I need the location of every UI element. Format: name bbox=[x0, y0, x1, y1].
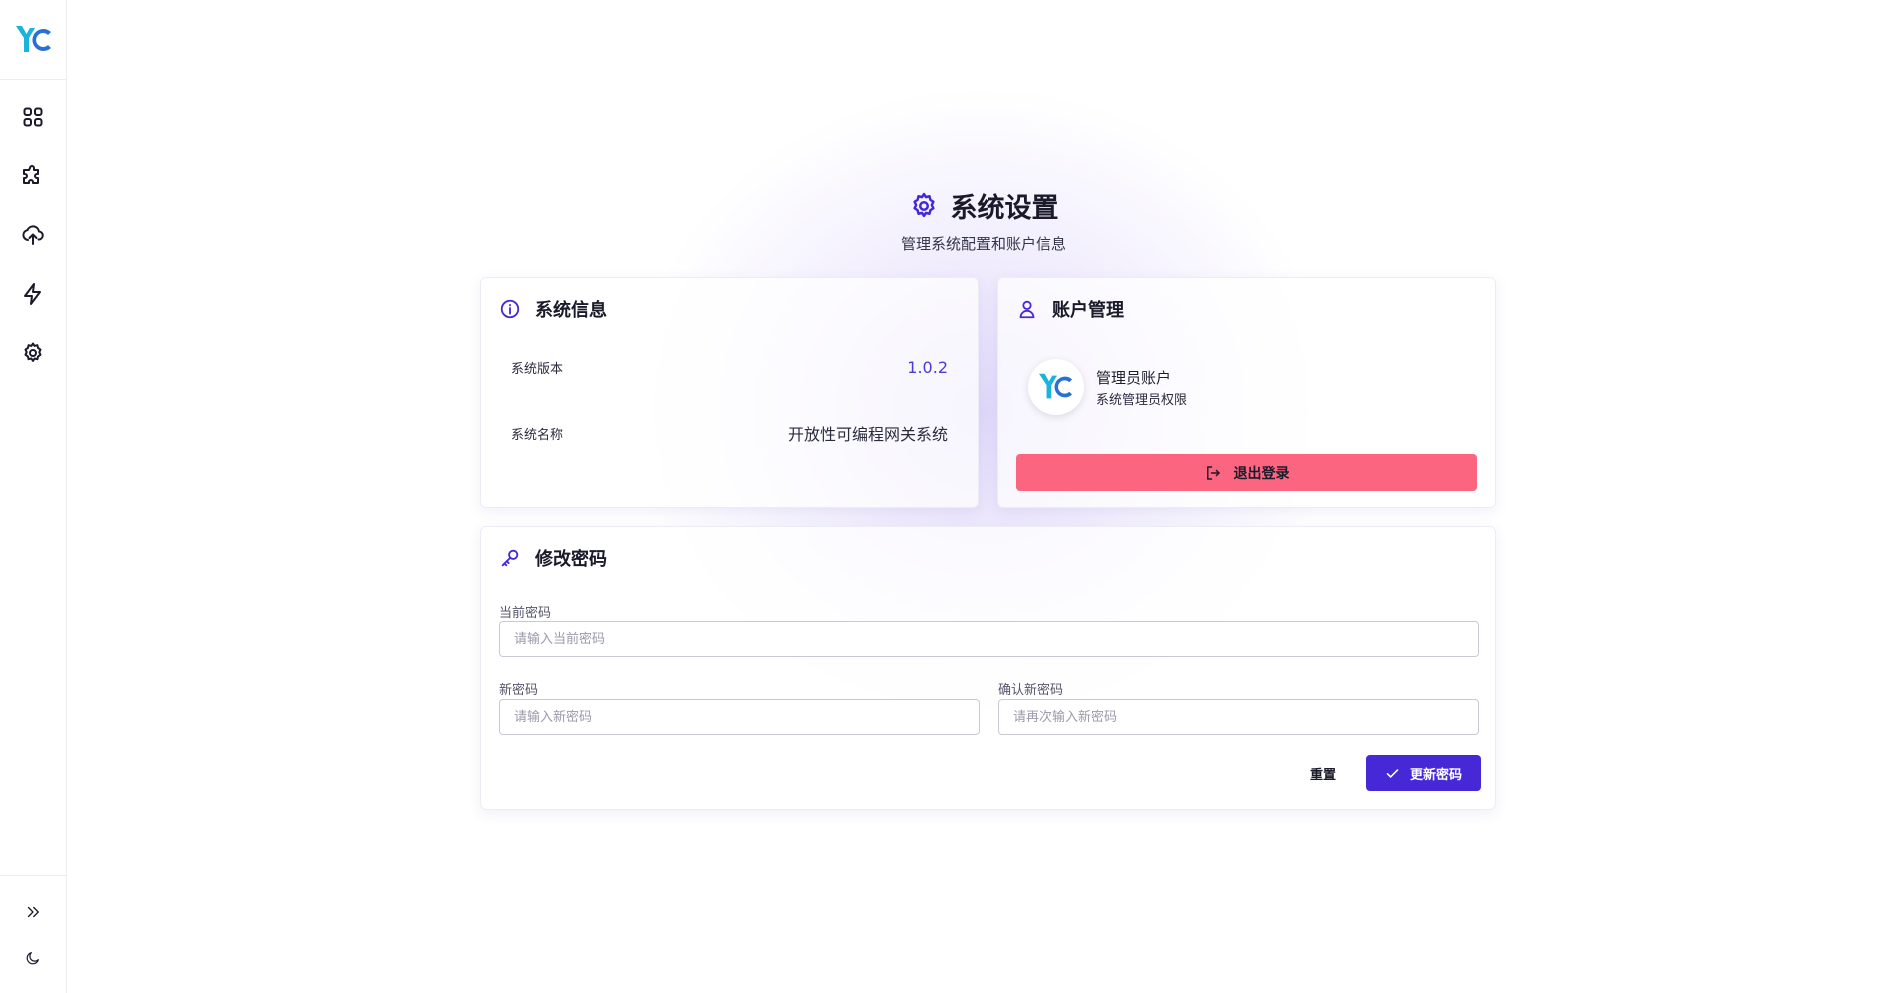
new-password-label: 新密码 bbox=[499, 683, 539, 698]
current-password-label: 当前密码 bbox=[499, 606, 552, 621]
app-logo[interactable] bbox=[0, 0, 67, 80]
system-info-title-text: 系统信息 bbox=[535, 300, 607, 321]
yc-logo-icon bbox=[15, 25, 51, 52]
change-password-title: 修改密码 bbox=[499, 545, 607, 571]
reset-button[interactable]: 重置 bbox=[1293, 755, 1353, 791]
moon-icon bbox=[26, 952, 39, 965]
logout-icon bbox=[1206, 465, 1220, 480]
sidebar bbox=[0, 0, 67, 993]
account-name: 管理员账户 bbox=[1096, 369, 1172, 387]
account-title: 账户管理 bbox=[1016, 296, 1124, 322]
nav-settings[interactable] bbox=[12, 332, 54, 374]
lightning-icon bbox=[24, 283, 41, 305]
nav-dashboard[interactable] bbox=[12, 96, 54, 138]
info-label: 系统版本 bbox=[511, 362, 564, 377]
account-card: 账户管理 管理员账户 系统管理员权限 退出登录 bbox=[997, 277, 1496, 508]
nav-actions[interactable] bbox=[12, 273, 54, 315]
key-icon bbox=[501, 549, 519, 567]
change-password-title-text: 修改密码 bbox=[535, 549, 607, 570]
main-content: 系统设置 管理系统配置和账户信息 系统信息 系统版本 1.0.2 系统名称 开放… bbox=[67, 0, 1900, 993]
account-role: 系统管理员权限 bbox=[1096, 393, 1188, 408]
page-title: 系统设置 bbox=[909, 186, 1059, 225]
account-title-text: 账户管理 bbox=[1052, 300, 1124, 321]
dashboard-grid-icon bbox=[23, 107, 43, 127]
user-icon bbox=[1019, 300, 1035, 319]
confirm-password-input[interactable] bbox=[998, 699, 1479, 735]
sidebar-divider bbox=[0, 875, 67, 876]
avatar bbox=[1028, 359, 1084, 415]
theme-toggle-button[interactable] bbox=[12, 937, 54, 979]
check-icon bbox=[1386, 768, 1399, 778]
current-password-input[interactable] bbox=[499, 621, 1479, 657]
chevrons-right-icon bbox=[27, 906, 39, 918]
nav-plugins[interactable] bbox=[12, 155, 54, 197]
change-password-card: 修改密码 当前密码 新密码 确认新密码 重置 更新密码 bbox=[480, 526, 1496, 810]
info-row-version: 系统版本 1.0.2 bbox=[511, 358, 948, 377]
info-value: 1.0.2 bbox=[907, 358, 948, 377]
nav-upload[interactable] bbox=[12, 214, 54, 256]
system-info-card: 系统信息 系统版本 1.0.2 系统名称 开放性可编程网关系统 bbox=[480, 277, 979, 508]
confirm-password-label: 确认新密码 bbox=[998, 683, 1064, 698]
system-info-title: 系统信息 bbox=[499, 296, 607, 322]
update-password-label: 更新密码 bbox=[1409, 767, 1462, 783]
info-icon bbox=[500, 299, 520, 319]
sidebar-expand-button[interactable] bbox=[12, 891, 54, 933]
gear-icon bbox=[24, 342, 42, 362]
page-subtitle: 管理系统配置和账户信息 bbox=[900, 235, 1066, 253]
logout-button[interactable]: 退出登录 bbox=[1016, 454, 1477, 491]
yc-logo-icon bbox=[1039, 373, 1073, 399]
info-value: 开放性可编程网关系统 bbox=[787, 425, 948, 444]
page-header: 系统设置 管理系统配置和账户信息 bbox=[67, 186, 1900, 254]
new-password-input[interactable] bbox=[499, 699, 980, 735]
cloud-upload-icon bbox=[22, 225, 44, 245]
info-label: 系统名称 bbox=[511, 427, 564, 443]
page-title-text: 系统设置 bbox=[950, 193, 1059, 224]
info-row-name: 系统名称 开放性可编程网关系统 bbox=[511, 421, 948, 445]
logout-label: 退出登录 bbox=[1233, 465, 1290, 482]
puzzle-icon bbox=[23, 165, 39, 184]
gear-icon bbox=[912, 192, 935, 217]
update-password-button[interactable]: 更新密码 bbox=[1366, 755, 1481, 791]
